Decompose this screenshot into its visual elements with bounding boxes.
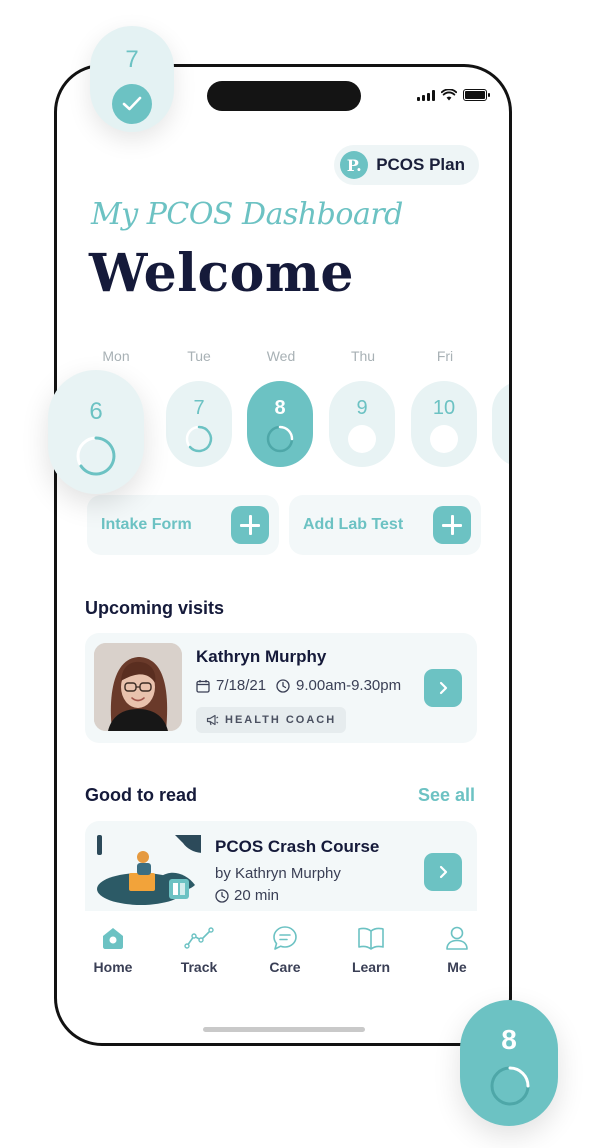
day-card-fri[interactable]: 10 xyxy=(411,381,477,467)
day-label-thu: Thu xyxy=(350,348,376,364)
check-icon xyxy=(112,84,152,124)
intake-form-card[interactable]: Intake Form xyxy=(87,495,279,555)
bubble-day-number: 6 xyxy=(89,398,103,425)
visit-time: 9.00am-9.30pm xyxy=(296,677,402,694)
tab-label: Care xyxy=(269,959,301,975)
book-icon xyxy=(358,927,384,950)
role-badge: HEALTH COACH xyxy=(196,707,347,733)
day-label-tue: Tue xyxy=(187,348,211,364)
empty-progress-icon xyxy=(348,425,376,453)
phone-frame: P. PCOS Plan My PCOS Dashboard Welcome M… xyxy=(54,64,512,1046)
day-number: 9 xyxy=(356,397,368,419)
dashboard-subtitle: My PCOS Dashboard xyxy=(91,197,403,232)
day-label-fri: Fri xyxy=(436,348,454,364)
bubble-day-number: 7 xyxy=(125,46,139,73)
battery-icon xyxy=(463,89,490,101)
plus-icon[interactable] xyxy=(433,506,471,544)
status-bar xyxy=(417,89,490,101)
tab-learn[interactable]: Learn xyxy=(336,923,406,975)
visit-meta: 7/18/21 9.00am-9.30pm xyxy=(196,677,401,694)
upcoming-visits-title: Upcoming visits xyxy=(85,598,225,618)
floating-day-bubble-selected: 8 xyxy=(460,1000,558,1126)
chat-icon xyxy=(273,926,297,950)
role-label: HEALTH COACH xyxy=(225,714,337,726)
tab-label: Track xyxy=(180,959,218,975)
floating-day-bubble-completed: 7 xyxy=(90,26,174,132)
day-label-mon: Mon xyxy=(102,348,130,364)
article-author: by Kathryn Murphy xyxy=(215,865,341,882)
tab-track[interactable]: Track xyxy=(164,923,234,975)
tab-care[interactable]: Care xyxy=(250,923,320,975)
progress-ring-icon xyxy=(490,1066,530,1106)
calendar-icon xyxy=(196,679,210,693)
bubble-day-number: 8 xyxy=(501,1024,517,1055)
tab-label: Me xyxy=(447,959,467,975)
visit-date: 7/18/21 xyxy=(216,677,267,694)
open-article-button[interactable] xyxy=(424,853,462,891)
progress-ring-icon xyxy=(266,425,294,453)
home-icon xyxy=(103,928,123,949)
add-lab-test-card[interactable]: Add Lab Test xyxy=(289,495,481,555)
day-card-sat-partial[interactable] xyxy=(492,381,509,467)
tab-home[interactable]: Home xyxy=(78,923,148,975)
chart-line-icon xyxy=(184,927,214,949)
visit-card[interactable]: Kathryn Murphy 7/18/21 9.00am-9.30pm HEA… xyxy=(85,633,477,743)
megaphone-icon xyxy=(206,714,219,726)
day-card-thu[interactable]: 9 xyxy=(329,381,395,467)
day-number: 10 xyxy=(432,397,456,419)
article-duration: 20 min xyxy=(215,887,279,904)
day-card-wed[interactable]: 8 xyxy=(247,381,313,467)
intake-form-label: Intake Form xyxy=(101,516,192,533)
chevron-right-icon xyxy=(439,865,448,879)
user-icon xyxy=(446,926,468,950)
plan-badge[interactable]: P. PCOS Plan xyxy=(334,145,479,185)
home-indicator xyxy=(203,1027,365,1032)
open-visit-button[interactable] xyxy=(424,669,462,707)
tab-bar: Home Track Care Learn Me xyxy=(57,923,509,983)
tab-me[interactable]: Me xyxy=(422,923,492,975)
wifi-icon xyxy=(441,89,457,101)
article-title: PCOS Crash Course xyxy=(215,837,380,856)
article-card[interactable]: PCOS Crash Course by Kathryn Murphy 20 m… xyxy=(85,821,477,911)
signal-icon xyxy=(417,89,435,101)
progress-ring-icon xyxy=(185,425,213,453)
plan-logo-icon: P. xyxy=(340,151,369,179)
day-number: 7 xyxy=(193,397,205,419)
tab-label: Learn xyxy=(351,959,391,975)
good-to-read-title: Good to read xyxy=(85,785,197,805)
chevron-right-icon xyxy=(439,681,448,695)
tab-label: Home xyxy=(93,959,133,975)
clock-icon xyxy=(276,678,290,693)
empty-progress-icon xyxy=(430,425,458,453)
day-number: 8 xyxy=(274,397,286,419)
progress-ring-icon xyxy=(76,436,116,476)
avatar xyxy=(94,643,182,731)
floating-day-bubble-monday: 6 xyxy=(48,370,144,494)
clock-icon xyxy=(215,888,229,903)
article-illustration xyxy=(97,835,201,905)
plan-label: PCOS Plan xyxy=(376,155,465,174)
day-card-tue[interactable]: 7 xyxy=(166,381,232,467)
visit-name: Kathryn Murphy xyxy=(196,647,327,666)
add-lab-test-label: Add Lab Test xyxy=(303,516,404,533)
page-title: Welcome xyxy=(89,243,354,304)
dynamic-island xyxy=(207,81,361,111)
article-duration-text: 20 min xyxy=(234,887,280,904)
plus-icon[interactable] xyxy=(231,506,269,544)
see-all-link[interactable]: See all xyxy=(418,785,475,806)
day-label-wed: Wed xyxy=(266,348,296,364)
